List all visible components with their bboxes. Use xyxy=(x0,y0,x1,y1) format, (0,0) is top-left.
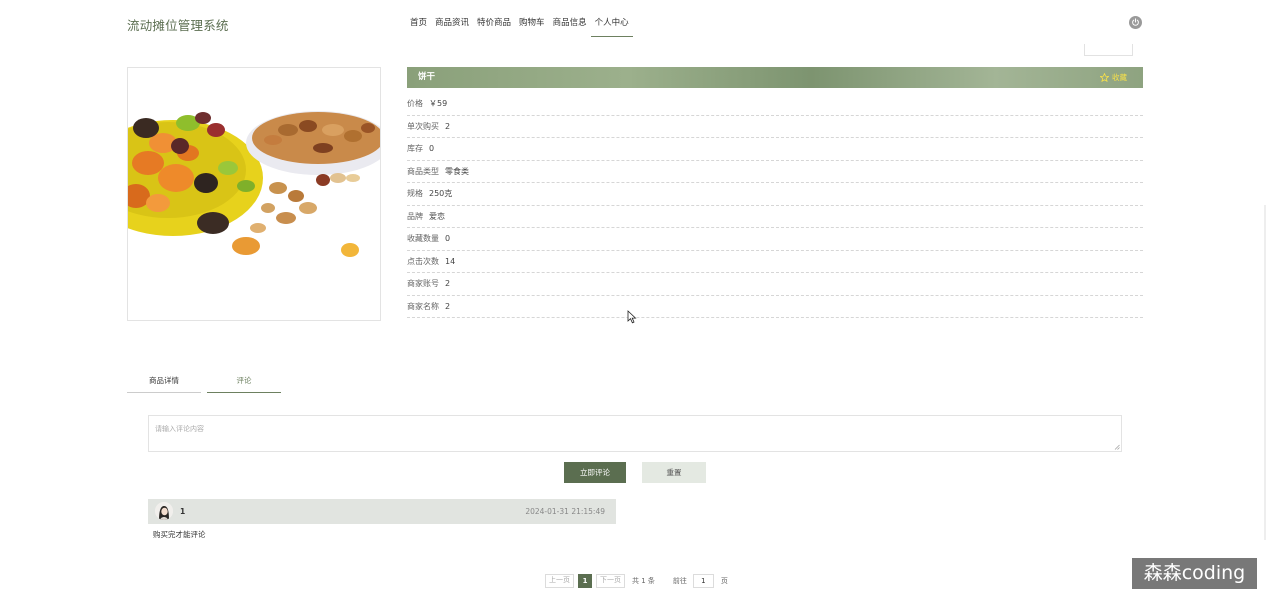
avatar xyxy=(155,502,173,520)
nav-cart[interactable]: 购物车 xyxy=(519,10,553,37)
info-row-merchant-name: 商家名称 2 xyxy=(407,296,1143,318)
nav-special-offers[interactable]: 特价商品 xyxy=(477,10,519,37)
comment-content: 购买完才能评论 xyxy=(153,530,206,539)
info-value: 爱恋 xyxy=(429,211,445,221)
submit-comment-button[interactable]: 立即评论 xyxy=(564,462,626,483)
dropdown-stub xyxy=(1084,44,1133,56)
product-image xyxy=(127,67,381,321)
nav-products[interactable]: 商品信息 xyxy=(553,10,595,37)
tab-product-details[interactable]: 商品详情 xyxy=(127,372,201,393)
user-avatar-icon xyxy=(155,502,173,520)
info-row-spec: 规格 250克 xyxy=(407,183,1143,206)
info-label: 库存 xyxy=(407,144,423,153)
favorite-label: 收藏 xyxy=(1112,73,1127,82)
scrollbar-track[interactable] xyxy=(1264,205,1266,540)
info-value: 0 xyxy=(445,234,451,243)
info-label: 点击次数 xyxy=(407,256,439,266)
prev-page-button[interactable]: 上一页 xyxy=(545,574,574,588)
info-label: 规格 xyxy=(407,189,423,198)
next-page-button[interactable]: 下一页 xyxy=(596,574,625,588)
pagination-goto-label: 前往 xyxy=(672,577,687,585)
info-row-merchant-account: 商家账号 2 xyxy=(407,273,1143,296)
comment-timestamp: 2024-01-31 21:15:49 xyxy=(525,507,605,516)
favorite-button[interactable]: 收藏 xyxy=(1100,67,1127,88)
star-icon xyxy=(1100,73,1109,82)
product-title-bar: 饼干 收藏 xyxy=(407,67,1143,88)
info-value: 2 xyxy=(445,301,451,311)
mouse-cursor-icon xyxy=(627,310,637,324)
watermark: 森森coding xyxy=(1132,558,1257,589)
comment-input[interactable] xyxy=(148,415,1122,452)
dried-fruit-nuts-image xyxy=(128,111,380,257)
info-value: 2 xyxy=(445,121,451,131)
info-value: 14 xyxy=(445,256,456,266)
info-value: 零食类 xyxy=(445,166,469,176)
info-row-price: 价格 ￥59 xyxy=(407,93,1143,116)
reset-button[interactable]: 重置 xyxy=(642,462,706,483)
info-row-category: 商品类型 零食类 xyxy=(407,161,1143,183)
info-label: 商家账号 xyxy=(407,279,439,288)
comment-username: 1 xyxy=(180,507,186,516)
page-number-current[interactable]: 1 xyxy=(578,574,592,588)
nav-personal-center[interactable]: 个人中心 xyxy=(590,10,633,37)
tab-comments[interactable]: 评论 xyxy=(207,372,281,393)
info-row-favorites: 收藏数量 0 xyxy=(407,228,1143,251)
info-label: 品牌 xyxy=(407,211,423,221)
nav-news[interactable]: 商品资讯 xyxy=(435,10,477,37)
info-value: ￥59 xyxy=(429,99,448,108)
info-row-clicks: 点击次数 14 xyxy=(407,251,1143,273)
info-value: 2 xyxy=(445,279,451,288)
site-title[interactable]: 流动摊位管理系统 xyxy=(127,15,229,34)
info-label: 价格 xyxy=(407,99,423,108)
info-row-stock: 库存 0 xyxy=(407,138,1143,161)
detail-tabs: 商品详情 评论 xyxy=(127,372,281,393)
info-label: 单次购买 xyxy=(407,121,439,131)
page-jump-input[interactable] xyxy=(692,574,714,588)
nav-home[interactable]: 首页 xyxy=(410,10,435,37)
comment-header: 1 2024-01-31 21:15:49 xyxy=(148,499,616,524)
main-nav: 首页 商品资讯 特价商品 购物车 商品信息 个人中心 xyxy=(410,10,633,37)
info-row-brand: 品牌 爱恋 xyxy=(407,206,1143,228)
info-label: 收藏数量 xyxy=(407,234,439,243)
pagination: 上一页 1 下一页 共 1 条 前往 页 xyxy=(545,574,728,588)
power-icon[interactable] xyxy=(1129,16,1142,29)
resize-grip-icon[interactable] xyxy=(1114,444,1120,450)
product-info-list: 价格 ￥59 单次购买 2 库存 0 商品类型 零食类 规格 250克 品牌 爱恋 收藏数量… xyxy=(407,93,1143,318)
info-value: 250克 xyxy=(429,189,453,198)
info-value: 0 xyxy=(429,144,435,153)
info-label: 商家名称 xyxy=(407,301,439,311)
product-name: 饼干 xyxy=(418,72,436,82)
info-label: 商品类型 xyxy=(407,166,439,176)
pagination-total: 共 1 条 xyxy=(632,577,655,585)
pagination-unit-label: 页 xyxy=(720,577,728,585)
info-row-purchase-qty: 单次购买 2 xyxy=(407,116,1143,138)
